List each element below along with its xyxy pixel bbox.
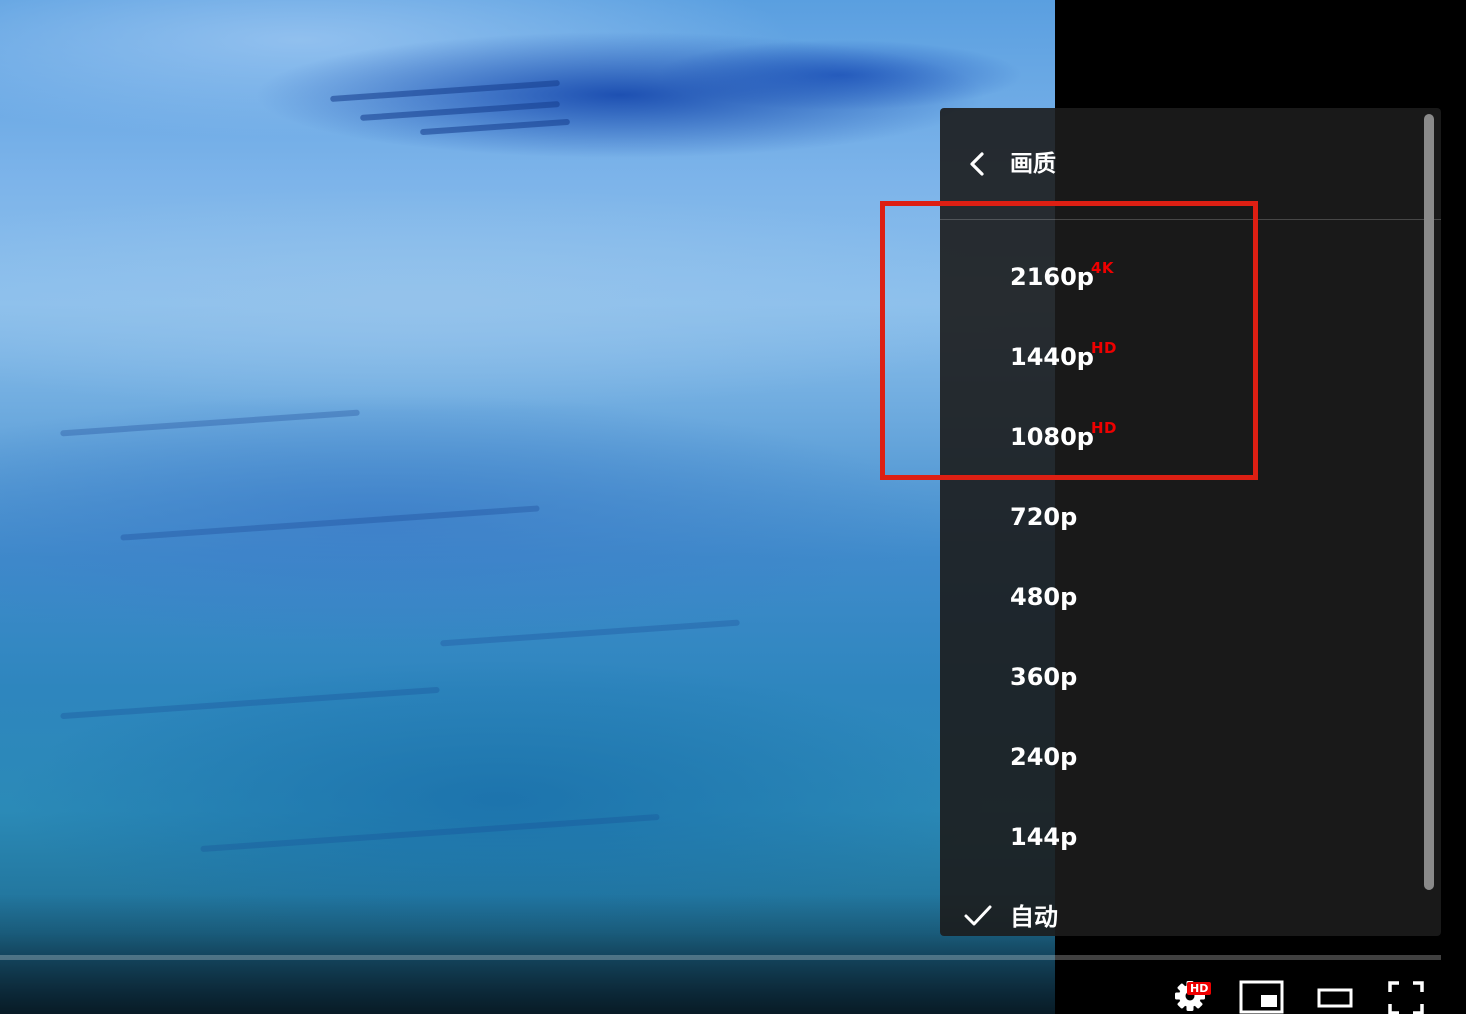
water-texture (360, 101, 560, 121)
quality-badge-hd: HD (1091, 419, 1118, 437)
theater-mode-icon (1317, 988, 1353, 1008)
miniplayer-icon (1239, 980, 1284, 1014)
settings-hd-badge: HD (1187, 982, 1212, 995)
theater-mode-button[interactable] (1314, 974, 1358, 1014)
quality-option-auto[interactable]: 自动 (940, 877, 1420, 936)
quality-menu: 画质 2160p 4K 1440p HD 1080p HD 720p 480p … (940, 108, 1441, 936)
settings-button[interactable]: HD (1170, 974, 1218, 1014)
controls-gradient (0, 894, 1055, 1014)
quality-option-label: 240p (1010, 743, 1078, 771)
water-texture (120, 505, 540, 541)
water-texture (440, 619, 740, 647)
miniplayer-button[interactable] (1238, 974, 1286, 1014)
water-texture (330, 79, 560, 103)
quality-option-1440p[interactable]: 1440p HD (940, 317, 1420, 397)
quality-menu-header: 画质 (940, 108, 1441, 220)
checkmark-icon (964, 905, 992, 926)
quality-option-label: 144p (1010, 823, 1078, 851)
quality-badge-hd: HD (1091, 339, 1118, 357)
quality-option-label: 720p (1010, 503, 1078, 531)
quality-option-480p[interactable]: 480p (940, 557, 1420, 637)
quality-option-label: 2160p (1010, 263, 1094, 291)
quality-option-label: 1440p (1010, 343, 1094, 371)
quality-option-label: 360p (1010, 663, 1078, 691)
back-button[interactable] (960, 146, 996, 182)
quality-option-240p[interactable]: 240p (940, 717, 1420, 797)
quality-option-label: 自动 (1010, 903, 1058, 931)
water-texture (60, 686, 440, 720)
quality-option-label: 1080p (1010, 423, 1094, 451)
quality-badge-4k: 4K (1091, 259, 1115, 277)
chevron-left-icon (970, 152, 984, 176)
quality-option-2160p[interactable]: 2160p 4K (940, 237, 1420, 317)
quality-option-144p[interactable]: 144p (940, 797, 1420, 877)
water-texture (419, 118, 571, 136)
quality-option-360p[interactable]: 360p (940, 637, 1420, 717)
water-texture (200, 813, 660, 853)
water-texture (60, 409, 360, 437)
fullscreen-button[interactable] (1386, 974, 1426, 1014)
fullscreen-icon (1388, 981, 1424, 1014)
quality-option-1080p[interactable]: 1080p HD (940, 397, 1420, 477)
progress-bar[interactable] (0, 955, 1441, 960)
quality-menu-title: 画质 (1010, 151, 1056, 177)
menu-scrollbar[interactable] (1424, 114, 1434, 890)
quality-option-720p[interactable]: 720p (940, 477, 1420, 557)
video-frame[interactable] (0, 0, 1055, 1014)
video-player: 画质 2160p 4K 1440p HD 1080p HD 720p 480p … (0, 0, 1466, 1014)
quality-option-label: 480p (1010, 583, 1078, 611)
